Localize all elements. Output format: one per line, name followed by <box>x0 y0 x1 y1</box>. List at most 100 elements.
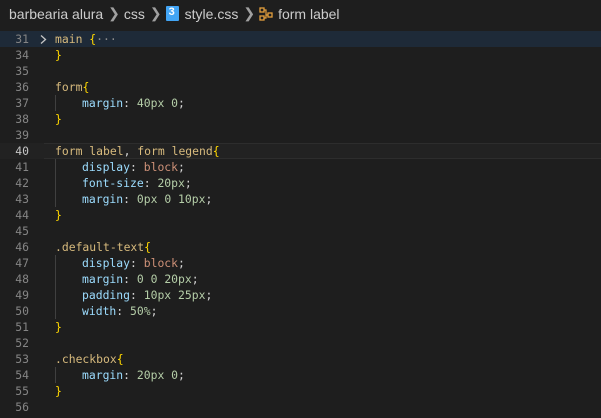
code-token: 0px <box>136 192 158 206</box>
code-line[interactable]: 47 display: block; <box>0 255 601 271</box>
line-number: 35 <box>15 64 29 78</box>
code-line[interactable]: 50 width: 50%; <box>0 303 601 319</box>
code-token: : <box>123 272 137 286</box>
line-number: 50 <box>15 304 29 318</box>
code-text: .checkbox{ <box>55 351 124 367</box>
code-line[interactable]: 45 <box>0 223 601 239</box>
code-token: ; <box>178 96 185 110</box>
line-number: 53 <box>15 352 29 366</box>
fold-chevron-right-icon[interactable] <box>29 31 55 47</box>
code-line[interactable]: 48 margin: 0 0 20px; <box>0 271 601 287</box>
code-token: form <box>55 80 83 94</box>
code-token: { <box>82 80 90 94</box>
code-editor[interactable]: 31 main {··· 34} 35 36 form{37 margin: 40px 0;… <box>0 28 601 415</box>
indent-guide <box>55 175 82 191</box>
fold-gutter <box>29 367 55 383</box>
code-token: .default-text <box>55 240 145 254</box>
fold-gutter <box>29 271 55 287</box>
code-token: display <box>82 256 131 270</box>
line-number: 39 <box>15 128 29 142</box>
code-line[interactable]: 37 margin: 40px 0; <box>0 95 601 111</box>
code-line[interactable]: 52 <box>0 335 601 351</box>
code-token: form legend <box>137 144 213 158</box>
code-line[interactable]: 40 form label, form legend{ <box>0 143 601 159</box>
fold-gutter <box>29 111 55 127</box>
code-text: form{ <box>55 79 89 95</box>
code-line[interactable]: 55} <box>0 383 601 399</box>
indent-guide <box>55 95 82 111</box>
code-token: ; <box>178 368 185 382</box>
code-token: ; <box>150 304 158 318</box>
code-line[interactable]: 34} <box>0 47 601 63</box>
line-number: 47 <box>15 256 29 270</box>
fold-gutter <box>29 255 55 271</box>
code-line[interactable]: 56 <box>0 399 601 415</box>
line-number: 36 <box>15 80 29 94</box>
code-line[interactable]: 51} <box>0 319 601 335</box>
code-text: font-size: 20px; <box>55 175 192 191</box>
indent-guide <box>55 191 82 207</box>
code-line[interactable]: 41 display: block; <box>0 159 601 175</box>
fold-gutter <box>29 63 55 79</box>
fold-gutter <box>29 143 55 159</box>
code-token: ; <box>191 272 199 286</box>
code-text: .default-text{ <box>55 239 151 255</box>
fold-gutter <box>29 319 55 335</box>
code-text: display: block; <box>55 159 185 175</box>
code-text: } <box>55 319 62 335</box>
code-line[interactable]: 38} <box>0 111 601 127</box>
code-line[interactable]: 54 margin: 20px 0; <box>0 367 601 383</box>
code-token: : <box>123 368 137 382</box>
line-number: 37 <box>15 96 29 110</box>
line-number: 51 <box>15 320 29 334</box>
line-number: 44 <box>15 208 29 222</box>
code-token: { <box>212 144 220 158</box>
code-token: margin <box>82 96 124 110</box>
fold-gutter <box>29 335 55 351</box>
code-token: 10px <box>143 288 172 302</box>
code-line[interactable]: 36 form{ <box>0 79 601 95</box>
breadcrumb-symbol[interactable]: form label <box>278 6 339 22</box>
code-token: ; <box>205 192 213 206</box>
code-token: main <box>55 32 83 46</box>
breadcrumb-file[interactable]: style.css <box>185 6 239 22</box>
line-number: 42 <box>15 176 29 190</box>
code-text: form label, form legend{ <box>55 143 220 159</box>
chevron-right-icon: ❯ <box>108 5 120 21</box>
code-token: ; <box>178 160 185 174</box>
code-line[interactable]: 49 padding: 10px 25px; <box>0 287 601 303</box>
code-token: width <box>82 304 117 318</box>
code-line[interactable]: 42 font-size: 20px; <box>0 175 601 191</box>
line-number: 55 <box>15 384 29 398</box>
line-number: 48 <box>15 272 29 286</box>
code-line[interactable]: 44} <box>0 207 601 223</box>
code-line[interactable]: 43 margin: 0px 0 10px; <box>0 191 601 207</box>
code-token: : <box>143 176 158 190</box>
code-line[interactable]: 31 main {··· <box>0 31 601 47</box>
line-number: 43 <box>15 192 29 206</box>
code-token: } <box>55 208 62 222</box>
code-token: block <box>143 160 179 174</box>
code-line[interactable]: 39 <box>0 127 601 143</box>
code-line[interactable]: 35 <box>0 63 601 79</box>
chevron-right-icon: ❯ <box>149 5 162 21</box>
code-token: 10px <box>178 192 206 206</box>
code-token: block <box>143 256 179 270</box>
breadcrumb-subfolder[interactable]: css <box>124 6 145 22</box>
code-text: } <box>55 111 62 127</box>
code-token: : <box>130 256 144 270</box>
code-line[interactable]: 53 .checkbox{ <box>0 351 601 367</box>
code-token: display <box>82 160 131 174</box>
line-number: 38 <box>15 112 29 126</box>
code-token: 50% <box>130 304 151 318</box>
breadcrumb-folder[interactable]: barbearia alura <box>9 6 103 22</box>
symbol-class-icon <box>259 6 273 21</box>
chevron-right-icon: ❯ <box>243 5 256 21</box>
fold-gutter <box>29 303 55 319</box>
code-text: width: 50%; <box>55 303 157 319</box>
fold-gutter <box>29 383 55 399</box>
line-number: 45 <box>15 224 29 238</box>
code-line[interactable]: 46 .default-text{ <box>0 239 601 255</box>
